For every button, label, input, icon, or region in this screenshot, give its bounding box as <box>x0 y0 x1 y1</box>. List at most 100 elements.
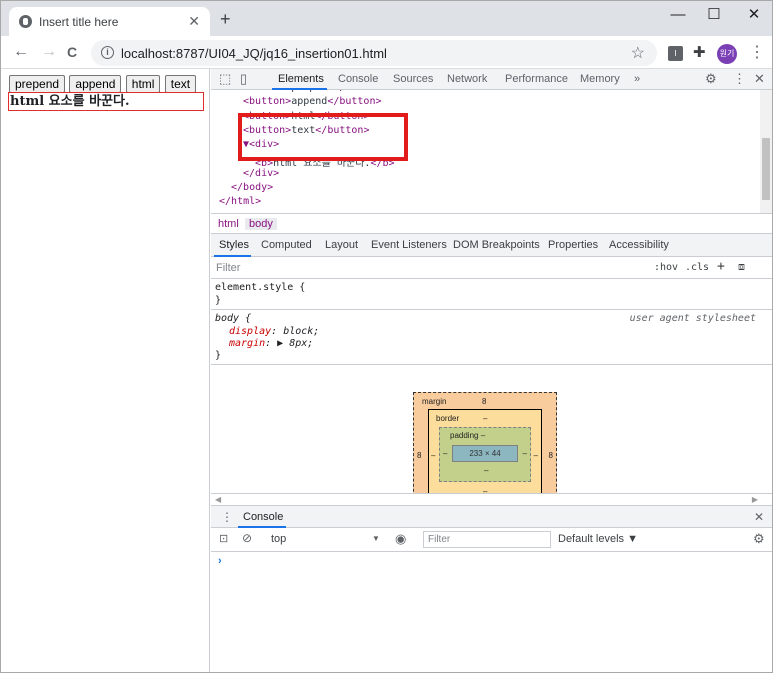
text-button[interactable]: text <box>164 75 197 93</box>
crumb-html[interactable]: html <box>214 218 243 230</box>
url-text[interactable]: localhost:8787/UI04_JQ/jq16_insertion01.… <box>121 46 387 61</box>
dom-node-line[interactable]: <button>prepend</button> <box>243 90 388 93</box>
padding-bottom-value[interactable]: – <box>484 466 488 475</box>
breadcrumb: html body <box>211 213 772 234</box>
info-icon[interactable]: i <box>101 46 114 59</box>
forward-button[interactable]: → <box>41 43 57 61</box>
border-top-value[interactable]: – <box>483 414 487 423</box>
maximize-button[interactable]: ☐ <box>699 5 729 25</box>
tab-event-listeners[interactable]: Event Listeners <box>371 239 447 251</box>
minimize-button[interactable]: — <box>663 5 693 25</box>
browser-menu-icon[interactable]: ⋮ <box>749 44 765 62</box>
hov-toggle[interactable]: :hov <box>654 262 678 273</box>
user-agent-label: user agent stylesheet <box>629 313 756 324</box>
box-padding[interactable]: padding – – – – 233 × 44 <box>439 427 531 482</box>
new-rule-button[interactable]: + <box>717 259 725 274</box>
dom-node-line[interactable]: </div> <box>243 168 279 179</box>
context-selector[interactable]: top <box>271 533 286 545</box>
padding-left-value[interactable]: – <box>443 449 447 458</box>
tab-accessibility[interactable]: Accessibility <box>609 239 669 251</box>
extension-icon[interactable]: I <box>668 46 683 61</box>
more-tabs-button[interactable]: » <box>634 73 640 85</box>
prepend-button[interactable]: prepend <box>9 75 66 93</box>
inspect-element-icon[interactable]: ⬚ <box>219 72 231 86</box>
box-margin[interactable]: margin 8 8 8 border – – – padding – – – … <box>413 392 557 493</box>
tab-properties[interactable]: Properties <box>548 239 598 251</box>
tab-network[interactable]: Network <box>447 73 487 85</box>
border-right-value[interactable]: – <box>534 451 538 460</box>
sidebar-toggle-icon[interactable]: ⊡ <box>219 532 228 545</box>
rule-close: } <box>215 295 222 306</box>
crumb-body[interactable]: body <box>245 218 277 230</box>
drawer-menu-icon[interactable]: ⋮ <box>221 510 233 524</box>
browser-tab[interactable]: Insert title here ✕ <box>9 7 210 36</box>
elements-scrollbar[interactable] <box>760 90 772 213</box>
eye-icon[interactable]: ◉ <box>395 531 406 547</box>
rule-selector[interactable]: body { <box>215 313 251 324</box>
browser-toolbar: ← → C i localhost:8787/UI04_JQ/jq16_inse… <box>1 36 772 69</box>
dom-node-line[interactable]: <button>append</button> <box>243 96 382 107</box>
scroll-right-icon[interactable]: ▶ <box>752 495 758 504</box>
profile-avatar[interactable]: 원기 <box>717 44 737 64</box>
log-levels-dropdown[interactable]: Default levels ▼ <box>558 533 638 545</box>
margin-right-value[interactable]: 8 <box>549 451 553 460</box>
console-filter-input[interactable]: Filter <box>423 531 551 548</box>
extensions-puzzle-icon[interactable]: ✚ <box>693 45 708 60</box>
tab-performance[interactable]: Performance <box>505 73 568 85</box>
back-button[interactable]: ← <box>13 43 29 61</box>
styles-hscrollbar[interactable]: ◀ ▶ <box>211 493 772 505</box>
tab-computed[interactable]: Computed <box>261 239 312 251</box>
globe-icon <box>19 15 32 28</box>
border-label: border <box>436 414 460 423</box>
reload-button[interactable]: C <box>67 43 77 61</box>
tab-sources[interactable]: Sources <box>393 73 433 85</box>
address-bar[interactable]: i localhost:8787/UI04_JQ/jq16_insertion0… <box>91 40 657 66</box>
rule-selector[interactable]: element.style { <box>215 282 305 293</box>
close-window-button[interactable]: ✕ <box>739 5 769 25</box>
dom-node-line[interactable]: </html> <box>219 196 261 207</box>
rule-close: } <box>215 350 222 361</box>
styles-tabbar: Styles Computed Layout Event Listeners D… <box>211 234 772 257</box>
box-content-size[interactable]: 233 × 44 <box>452 445 518 462</box>
padding-label: padding – <box>450 431 486 440</box>
margin-top-value[interactable]: 8 <box>482 397 486 406</box>
settings-gear-icon[interactable]: ⚙ <box>705 72 717 86</box>
console-drawer-tab[interactable]: Console <box>243 511 283 523</box>
padding-right-value[interactable]: – <box>523 449 527 458</box>
tab-dom-breakpoints[interactable]: DOM Breakpoints <box>453 239 540 251</box>
close-tab-icon[interactable]: ✕ <box>188 13 200 30</box>
scroll-left-icon[interactable]: ◀ <box>215 495 221 504</box>
console-settings-gear-icon[interactable]: ⚙ <box>753 531 765 547</box>
tab-styles[interactable]: Styles <box>219 239 249 251</box>
console-prompt[interactable]: › <box>218 555 222 567</box>
clear-console-icon[interactable]: ⊘ <box>242 531 252 545</box>
new-tab-button[interactable]: + <box>220 10 231 28</box>
tab-memory[interactable]: Memory <box>580 73 620 85</box>
tab-strip: Insert title here ✕ + — ☐ ✕ <box>1 1 772 36</box>
bookmark-star-icon[interactable]: ☆ <box>631 43 645 63</box>
border-left-value[interactable]: – <box>431 451 435 460</box>
close-drawer-icon[interactable]: ✕ <box>754 510 764 524</box>
highlight-box <box>238 113 408 161</box>
more-options-icon[interactable]: ⋮ <box>733 72 746 86</box>
box-border[interactable]: border – – – padding – – – – 233 × 44 – <box>428 409 542 493</box>
styles-filter-input[interactable]: Filter <box>216 262 240 274</box>
tab-elements[interactable]: Elements <box>278 73 324 85</box>
css-declaration: display: block; <box>229 326 320 337</box>
div-bold-text: html 요소를 바꾼다. <box>10 94 130 109</box>
close-devtools-icon[interactable]: ✕ <box>754 72 765 86</box>
css-declaration: margin: ▶ 8px; <box>229 338 314 349</box>
context-dropdown-icon[interactable]: ▼ <box>372 534 380 543</box>
scrollbar-thumb[interactable] <box>762 138 770 200</box>
dom-node-line[interactable]: </body> <box>231 182 273 193</box>
device-toolbar-icon[interactable]: ▯ <box>240 72 247 86</box>
devtools-tabbar: ⬚ ▯ Elements Console Sources Network Per… <box>211 69 772 90</box>
tab-layout[interactable]: Layout <box>325 239 358 251</box>
append-button[interactable]: append <box>69 75 122 93</box>
margin-label: margin <box>422 397 447 406</box>
html-button[interactable]: html <box>125 75 161 93</box>
margin-left-value[interactable]: 8 <box>417 451 421 460</box>
sidebar-toggle-icon[interactable]: ⧈ <box>738 260 745 274</box>
cls-toggle[interactable]: .cls <box>685 262 709 273</box>
tab-console[interactable]: Console <box>338 73 378 85</box>
